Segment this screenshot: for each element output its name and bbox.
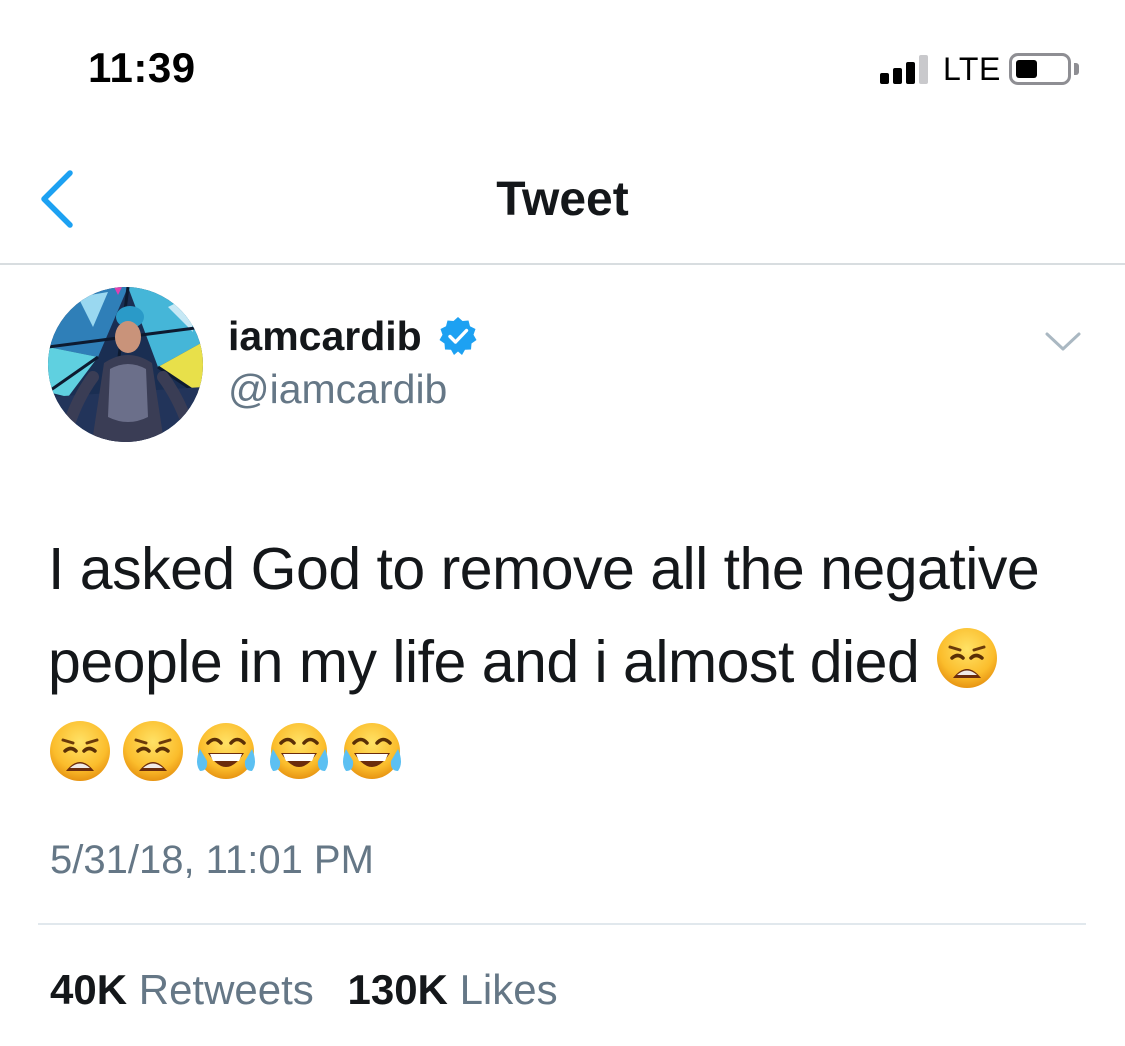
tweet-timestamp: 5/31/18, 11:01 PM [50, 838, 374, 882]
battery-icon [1009, 53, 1071, 85]
emoji-row [48, 709, 1088, 802]
tears-of-joy-emoji [267, 719, 331, 783]
tweet-text: I asked God to remove all the negative p… [48, 523, 1088, 802]
status-bar: 11:39 LTE [0, 0, 1125, 120]
tears-of-joy-emoji [340, 719, 404, 783]
weary-face-emoji [121, 719, 185, 783]
page-title: Tweet [496, 173, 629, 226]
divider [38, 923, 1086, 925]
network-type: LTE [943, 51, 1001, 87]
avatar-image [48, 287, 203, 442]
tweet-menu-button[interactable] [1043, 326, 1083, 358]
retweets-label: Retweets [138, 966, 314, 1013]
avatar[interactable] [48, 287, 203, 442]
signal-icon [880, 54, 936, 84]
tweet-text-line: I asked God to remove all the negative [48, 536, 1040, 602]
battery-tip [1074, 63, 1079, 75]
chevron-down-icon [1045, 332, 1081, 351]
tweet-stats: 40K Retweets 130K Likes [50, 966, 580, 1014]
user-handle[interactable]: @iamcardib [228, 366, 447, 413]
retweets-link[interactable]: 40K Retweets [50, 966, 314, 1013]
status-time: 11:39 [88, 44, 196, 91]
verified-badge-icon [438, 316, 478, 356]
tears-of-joy-emoji [194, 719, 258, 783]
nav-bar: Tweet [0, 120, 1125, 265]
tweet-text-line-content: people in my life and i almost died [48, 629, 920, 695]
tweet-text-line: people in my life and i almost died [48, 616, 1088, 709]
weary-face-emoji [48, 719, 112, 783]
retweets-count: 40K [50, 966, 128, 1013]
likes-label: Likes [459, 966, 558, 1013]
author-name-row[interactable]: iamcardib [228, 310, 478, 362]
weary-face-emoji [935, 626, 999, 690]
likes-count: 130K [347, 966, 448, 1013]
display-name[interactable]: iamcardib [228, 313, 422, 360]
likes-link[interactable]: 130K Likes [347, 966, 557, 1013]
